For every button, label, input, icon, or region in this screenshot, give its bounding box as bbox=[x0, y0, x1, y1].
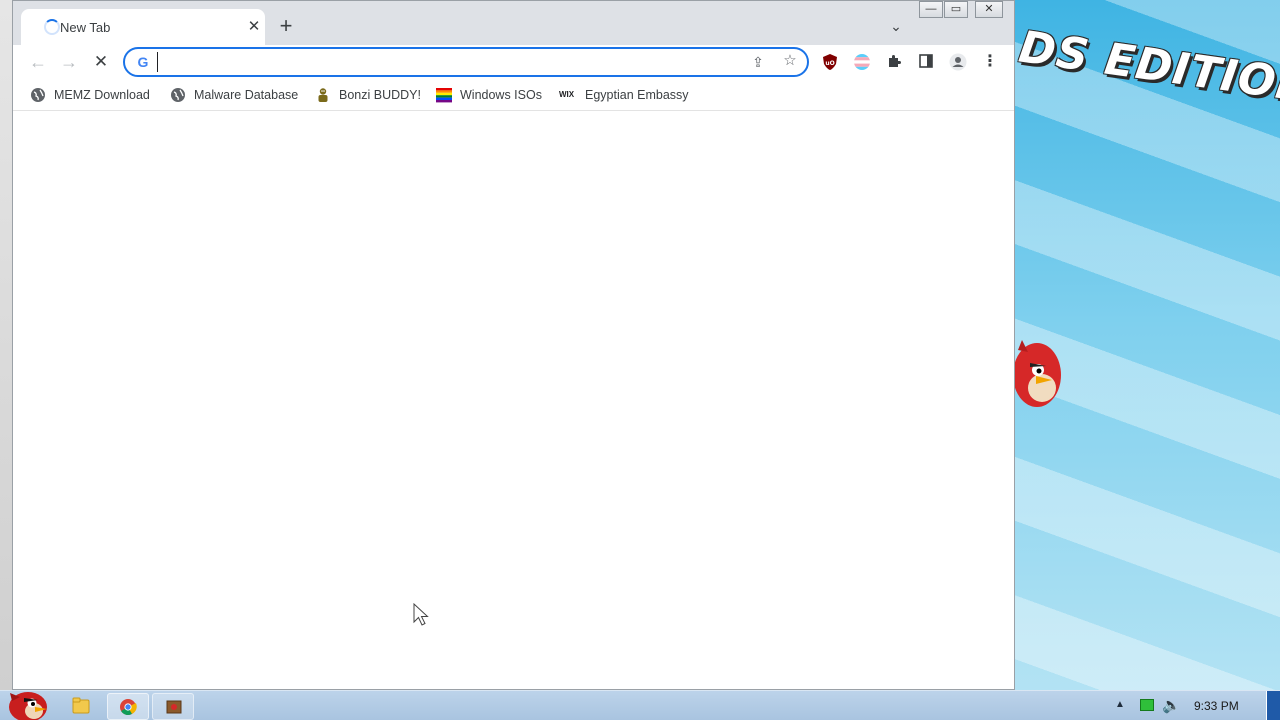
google-g-icon: G bbox=[137, 54, 149, 70]
ublock-origin-icon[interactable]: uO bbox=[821, 53, 839, 71]
globe-icon bbox=[171, 88, 185, 102]
bookmark-label: MEMZ Download bbox=[54, 88, 150, 102]
bookmark-label: Windows ISOs bbox=[460, 88, 542, 102]
taskbar-file-explorer[interactable] bbox=[60, 693, 102, 720]
slingshot-icon bbox=[166, 700, 182, 714]
chrome-icon bbox=[120, 699, 137, 715]
side-panel-icon[interactable] bbox=[917, 53, 935, 71]
bookmark-windows-isos[interactable]: Windows ISOs bbox=[436, 85, 542, 105]
tray-expand-icon[interactable]: ▲ bbox=[1115, 699, 1125, 710]
bookmark-memz-download[interactable]: MEMZ Download bbox=[30, 85, 150, 105]
chrome-window: New Tab ✕ + ⌄ — ▭ ✕ ← → ✕ G ⇪ ☆ uO ⋮ MEM… bbox=[12, 0, 1015, 690]
tab-new-tab[interactable]: New Tab ✕ bbox=[21, 9, 265, 45]
angry-bird-icon bbox=[1013, 340, 1061, 407]
close-window-button[interactable]: ✕ bbox=[975, 1, 1003, 18]
page-content[interactable] bbox=[13, 112, 1014, 689]
volume-icon[interactable]: 🔈 bbox=[1162, 696, 1181, 714]
bookmark-egyptian-embassy[interactable]: WIX Egyptian Embassy bbox=[559, 85, 689, 105]
bookmark-bonzi-buddy[interactable]: Bonzi BUDDY! bbox=[315, 85, 421, 105]
new-tab-button[interactable]: + bbox=[275, 15, 297, 38]
trans-flag-extension-icon[interactable] bbox=[853, 53, 871, 71]
stop-loading-icon[interactable]: ✕ bbox=[89, 51, 113, 73]
profile-avatar-icon[interactable] bbox=[949, 53, 967, 71]
extensions-puzzle-icon[interactable] bbox=[885, 53, 903, 71]
folder-icon bbox=[72, 697, 90, 714]
taskbar-angry-birds[interactable] bbox=[152, 693, 194, 720]
bonzi-icon bbox=[318, 88, 328, 102]
minimize-button[interactable]: — bbox=[919, 1, 943, 18]
bookmark-label: Malware Database bbox=[194, 88, 299, 102]
loading-spinner-icon bbox=[44, 19, 60, 35]
bookmark-malware-database[interactable]: Malware Database bbox=[170, 85, 298, 105]
wix-icon: WIX bbox=[559, 90, 575, 99]
taskbar: ▲ 🔈 9:33 PM bbox=[0, 690, 1280, 720]
taskbar-chrome[interactable] bbox=[107, 693, 149, 720]
globe-icon bbox=[31, 88, 45, 102]
tab-close-icon[interactable]: ✕ bbox=[245, 18, 263, 36]
bookmark-label: Egyptian Embassy bbox=[585, 88, 689, 102]
tab-search-chevron-icon[interactable]: ⌄ bbox=[887, 17, 905, 35]
bookmark-label: Bonzi BUDDY! bbox=[339, 88, 421, 102]
browser-toolbar: ← → ✕ G ⇪ ☆ uO ⋮ bbox=[13, 45, 1014, 79]
address-bar[interactable]: G ⇪ ☆ bbox=[123, 47, 809, 77]
start-button-bird-icon[interactable] bbox=[4, 683, 50, 720]
kebab-menu-icon[interactable]: ⋮ bbox=[981, 53, 999, 71]
forward-arrow-icon[interactable]: → bbox=[57, 51, 81, 73]
bookmark-star-icon[interactable]: ☆ bbox=[781, 52, 799, 70]
address-input[interactable] bbox=[157, 52, 737, 72]
back-arrow-icon[interactable]: ← bbox=[26, 51, 50, 73]
share-icon[interactable]: ⇪ bbox=[749, 53, 767, 71]
network-icon[interactable] bbox=[1140, 699, 1154, 711]
tab-title: New Tab bbox=[60, 20, 111, 35]
mouse-cursor-icon bbox=[413, 603, 429, 626]
svg-text:uO: uO bbox=[825, 60, 834, 67]
wallpaper-title: DS EDITION bbox=[1015, 21, 1280, 114]
taskbar-clock[interactable]: 9:33 PM bbox=[1194, 699, 1239, 713]
tab-strip: New Tab ✕ + ⌄ — ▭ ✕ bbox=[13, 1, 1014, 45]
rainbow-flag-icon bbox=[436, 88, 452, 103]
show-desktop-button[interactable] bbox=[1266, 691, 1280, 720]
maximize-button[interactable]: ▭ bbox=[944, 1, 968, 18]
bookmarks-bar: MEMZ Download Malware Database Bonzi BUD… bbox=[13, 79, 1014, 111]
